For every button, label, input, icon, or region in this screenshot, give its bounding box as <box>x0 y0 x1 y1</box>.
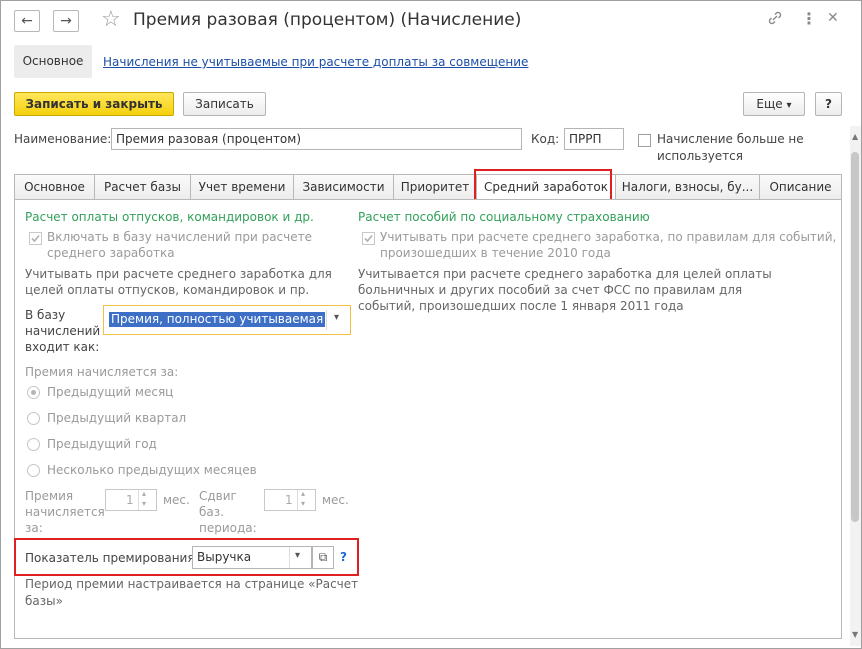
base-type-value: Премия, полностью учитываемая <box>109 312 326 327</box>
tab-base-calc[interactable]: Расчет базы <box>94 174 191 200</box>
save-button[interactable]: Записать <box>183 92 266 116</box>
tab-taxes[interactable]: Налоги, взносы, бу... <box>615 174 760 200</box>
include-in-base-checkbox[interactable] <box>29 232 42 245</box>
stepper-divider <box>138 490 139 510</box>
stepper-down-icon[interactable]: ▾ <box>142 499 146 508</box>
nav-main[interactable]: Основное <box>14 45 92 78</box>
stepper-up-icon[interactable]: ▴ <box>142 489 146 498</box>
scroll-up-icon[interactable]: ▲ <box>852 132 858 141</box>
fss-2010-label-line1: Учитывать при расчете среднего заработка… <box>380 230 837 244</box>
tab-dependencies[interactable]: Зависимости <box>293 174 394 200</box>
save-and-close-button[interactable]: Записать и закрыть <box>14 92 174 116</box>
more-menu-icon[interactable]: ⋮ <box>801 9 817 28</box>
period-unit: мес. <box>163 493 190 507</box>
highlight-indicator <box>14 538 359 576</box>
include-in-base-label-line1: Включать в базу начислений при расчете <box>47 230 312 244</box>
shift-label-line3: периода: <box>199 521 257 535</box>
unused-checkbox[interactable] <box>638 134 651 147</box>
scroll-down-icon[interactable]: ▼ <box>852 630 858 639</box>
shift-unit: мес. <box>322 493 349 507</box>
tab-bar: Основное Расчет базы Учет времени Зависи… <box>14 174 842 201</box>
base-type-select[interactable]: Премия, полностью учитываемая ▾ <box>103 305 351 335</box>
radio-several-months-label: Несколько предыдущих месяцев <box>47 463 257 477</box>
select-divider <box>326 310 327 330</box>
close-icon[interactable]: ✕ <box>827 10 839 26</box>
more-button[interactable]: Еще ▾ <box>743 92 805 116</box>
base-label-line3: входит как: <box>25 340 100 354</box>
radio-several-months[interactable] <box>27 464 40 477</box>
stepper-up-icon[interactable]: ▴ <box>301 489 305 498</box>
radio-previous-month[interactable] <box>27 386 40 399</box>
radio-previous-quarter[interactable] <box>27 412 40 425</box>
stepper-divider <box>297 490 298 510</box>
period-label-line2: начисляется <box>25 505 105 519</box>
form-window: ← → ☆ Премия разовая (процентом) (Начисл… <box>0 0 862 649</box>
include-in-base-label-line2: среднего заработка <box>47 246 175 260</box>
arrow-left-icon: ← <box>21 13 33 29</box>
accrued-for-label: Премия начисляется за: <box>25 365 179 379</box>
help-button[interactable]: ? <box>815 92 842 116</box>
shift-months-stepper[interactable]: 1 ▴ ▾ <box>264 489 316 511</box>
back-button[interactable]: ← <box>14 10 40 32</box>
footer-note-line1: Период премии настраивается на странице … <box>25 577 359 591</box>
arrow-right-icon: → <box>60 13 72 29</box>
radio-previous-month-label: Предыдущий месяц <box>47 385 174 399</box>
radio-previous-quarter-label: Предыдущий квартал <box>47 411 187 425</box>
left-section-title: Расчет оплаты отпусков, командировок и д… <box>25 210 314 224</box>
window-title: Премия разовая (процентом) (Начисление) <box>133 10 522 30</box>
left-note-line2: целей оплаты отпусков, командировок и пр… <box>25 283 310 297</box>
fss-2010-checkbox[interactable] <box>362 232 375 245</box>
tab-description[interactable]: Описание <box>759 174 842 200</box>
right-note-line2: больничных и других пособий за счет ФСС … <box>358 283 743 297</box>
unused-label-line2: используется <box>657 149 743 163</box>
favorite-star-icon[interactable]: ☆ <box>101 7 121 32</box>
tab-main[interactable]: Основное <box>14 174 95 200</box>
right-note-line3: событий, произошедших после 1 января 201… <box>358 299 684 313</box>
link-icon[interactable] <box>767 10 783 30</box>
nav-link-not-counted[interactable]: Начисления не учитываемые при расчете до… <box>103 55 528 69</box>
code-input[interactable]: ПРРП <box>564 128 624 150</box>
period-months-stepper[interactable]: 1 ▴ ▾ <box>105 489 157 511</box>
radio-previous-year[interactable] <box>27 438 40 451</box>
name-input[interactable]: Премия разовая (процентом) <box>111 128 522 150</box>
left-note-line1: Учитывать при расчете среднего заработка… <box>25 267 332 281</box>
stepper-down-icon[interactable]: ▾ <box>301 499 305 508</box>
chevron-down-icon: ▾ <box>786 100 792 111</box>
tab-time-accounting[interactable]: Учет времени <box>190 174 294 200</box>
footer-note-line2: базы» <box>25 594 63 608</box>
base-label-line1: В базу <box>25 308 66 322</box>
shift-label-line1: Сдвиг <box>199 489 237 503</box>
right-note-line1: Учитывается при расчете среднего заработ… <box>358 267 772 281</box>
chevron-down-icon[interactable]: ▾ <box>334 312 339 323</box>
forward-button[interactable]: → <box>53 10 79 32</box>
radio-previous-year-label: Предыдущий год <box>47 437 157 451</box>
scrollbar-thumb[interactable] <box>851 152 859 522</box>
base-label-line2: начислений <box>25 324 101 338</box>
name-label: Наименование: <box>14 132 112 146</box>
tab-priority[interactable]: Приоритет <box>393 174 477 200</box>
more-button-label: Еще <box>756 97 783 111</box>
right-section-title: Расчет пособий по социальному страховани… <box>358 210 650 224</box>
shift-label-line2: баз. <box>199 505 224 519</box>
period-months-value: 1 <box>126 493 134 507</box>
period-label-line3: за: <box>25 521 43 535</box>
shift-months-value: 1 <box>285 493 293 507</box>
period-label-line1: Премия <box>25 489 74 503</box>
unused-label-line1: Начисление больше не <box>657 132 804 146</box>
fss-2010-label-line2: произошедших в течение 2010 года <box>380 246 611 260</box>
code-label: Код: <box>531 132 560 146</box>
vertical-scrollbar[interactable]: ▲ ▼ <box>850 126 861 646</box>
